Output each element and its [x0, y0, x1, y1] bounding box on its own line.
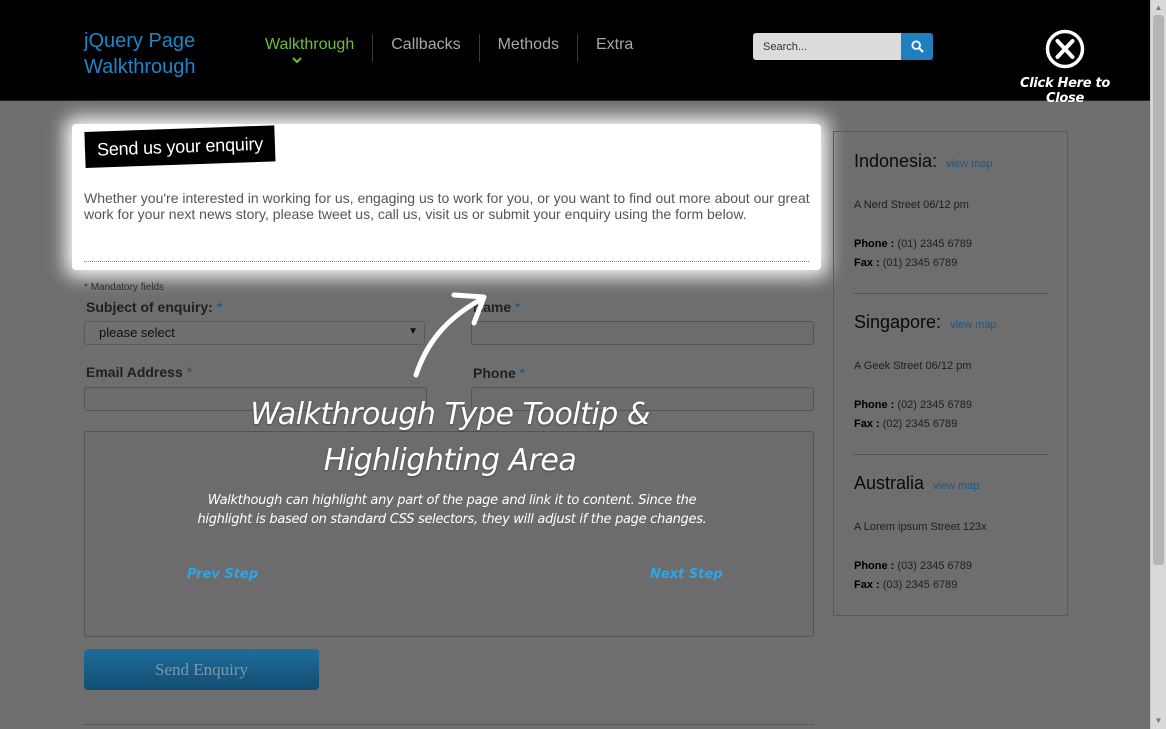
fax-label: Fax :: [854, 418, 880, 430]
phone-value: (01) 2345 6789: [897, 238, 973, 250]
name-field[interactable]: [471, 321, 814, 345]
close-label: Click Here to Close: [1019, 76, 1111, 106]
divider: [84, 724, 814, 725]
office-name: Australia view map: [854, 473, 1049, 494]
view-map-link[interactable]: view map: [946, 158, 992, 170]
tooltip-title-line-1: Walkthrough Type Tooltip &: [250, 397, 650, 432]
close-icon: [1045, 29, 1085, 69]
view-map-link[interactable]: view map: [933, 480, 979, 492]
enquiry-intro: Whether you're interested in working for…: [84, 190, 810, 222]
chevron-down-icon: [292, 57, 302, 64]
main-nav: Walkthrough Callbacks Methods Extra: [250, 34, 651, 64]
office-sidebar: Indonesia: view map A Nerd Street 06/12 …: [833, 131, 1068, 616]
fax-value: (02) 2345 6789: [882, 418, 958, 430]
subject-label: Subject of enquiry: *: [86, 299, 222, 315]
office-name-text: Singapore:: [854, 312, 942, 332]
required-star: *: [216, 299, 223, 315]
phone-value: (03) 2345 6789: [897, 560, 973, 572]
search-box: [753, 33, 933, 60]
highlighted-area: Send us your enquiry Whether you're inte…: [72, 124, 821, 270]
site-logo[interactable]: jQuery Page Walkthrough: [84, 28, 196, 80]
fax-label: Fax :: [854, 257, 880, 269]
phone-label: Phone :: [854, 238, 895, 250]
office-address: A Nerd Street 06/12 pm: [854, 199, 969, 211]
office-address: A Geek Street 06/12 pm: [854, 360, 972, 372]
send-enquiry-button[interactable]: Send Enquiry: [84, 649, 319, 690]
required-star: *: [515, 299, 521, 315]
mandatory-note: * Mandatory fields: [84, 282, 164, 293]
nav-label: Callbacks: [391, 36, 461, 53]
office-fax: Fax : (01) 2345 6789: [854, 257, 957, 269]
divider: [84, 261, 809, 262]
email-label: Email Address *: [86, 364, 192, 380]
view-map-link[interactable]: view map: [950, 319, 996, 331]
tooltip-title-line-2: Highlighting Area: [323, 443, 577, 478]
fax-value: (01) 2345 6789: [882, 257, 958, 269]
scroll-down-icon[interactable]: ▼: [1154, 716, 1163, 725]
prev-step-link[interactable]: Prev Step: [187, 567, 258, 582]
office-phone: Phone : (02) 2345 6789: [854, 399, 972, 411]
mandatory-text: Mandatory fields: [90, 282, 165, 293]
required-star: *: [84, 282, 88, 293]
scroll-up-icon[interactable]: ▲: [1154, 3, 1163, 12]
phone-label: Phone :: [854, 560, 895, 572]
subject-selected-value: please select: [99, 325, 175, 340]
office-australia: Australia view map A Lorem ipsum Street …: [854, 473, 1049, 591]
office-fax: Fax : (02) 2345 6789: [854, 418, 957, 430]
office-name: Indonesia: view map: [854, 151, 1049, 172]
phone-value: (02) 2345 6789: [897, 399, 973, 411]
search-input[interactable]: [753, 33, 901, 60]
office-address: A Lorem ipsum Street 123x: [854, 521, 987, 533]
search-icon: [910, 40, 924, 53]
curved-arrow-icon: [413, 292, 487, 378]
nav-item-callbacks[interactable]: Callbacks: [372, 34, 478, 62]
phone-label: Phone :: [854, 399, 895, 411]
close-walkthrough[interactable]: Click Here to Close: [1003, 29, 1127, 106]
search-button[interactable]: [901, 33, 933, 60]
office-singapore: Singapore: view map A Geek Street 06/12 …: [854, 312, 1049, 430]
logo-line-2: Walkthrough: [84, 56, 196, 78]
enquiry-title: Send us your enquiry: [84, 125, 276, 168]
email-label-text: Email Address: [86, 364, 183, 380]
office-fax: Fax : (03) 2345 6789: [854, 579, 957, 591]
nav-item-extra[interactable]: Extra: [576, 34, 651, 62]
office-name-text: Indonesia:: [854, 151, 938, 171]
fax-value: (03) 2345 6789: [882, 579, 958, 591]
nav-label: Extra: [595, 36, 634, 53]
office-phone: Phone : (03) 2345 6789: [854, 560, 972, 572]
nav-item-walkthrough[interactable]: Walkthrough: [250, 34, 372, 64]
tooltip-body: Walkthough can highlight any part of the…: [197, 493, 707, 527]
next-step-link[interactable]: Next Step: [650, 567, 723, 582]
nav-item-methods[interactable]: Methods: [478, 34, 577, 62]
fax-label: Fax :: [854, 579, 880, 591]
nav-label: Methods: [497, 36, 559, 53]
office-phone: Phone : (01) 2345 6789: [854, 238, 972, 250]
required-star: *: [519, 365, 526, 381]
office-indonesia: Indonesia: view map A Nerd Street 06/12 …: [854, 151, 1049, 269]
divider: [854, 454, 1047, 455]
logo-line-1: jQuery Page: [84, 30, 196, 52]
top-navigation-bar: jQuery Page Walkthrough Walkthrough Call…: [0, 0, 1150, 106]
page-scrollbar[interactable]: ▲ ▼: [1150, 0, 1166, 729]
tooltip-title: Walkthrough Type Tooltip & Highlighting …: [150, 392, 750, 484]
office-name-text: Australia: [854, 473, 925, 493]
subject-select[interactable]: please select ▼: [84, 321, 425, 345]
divider: [854, 293, 1047, 294]
scroll-thumb[interactable]: [1153, 15, 1164, 565]
subject-label-text: Subject of enquiry:: [86, 299, 213, 315]
required-star: *: [186, 364, 193, 380]
nav-label: Walkthrough: [265, 36, 355, 53]
office-name: Singapore: view map: [854, 312, 1049, 333]
